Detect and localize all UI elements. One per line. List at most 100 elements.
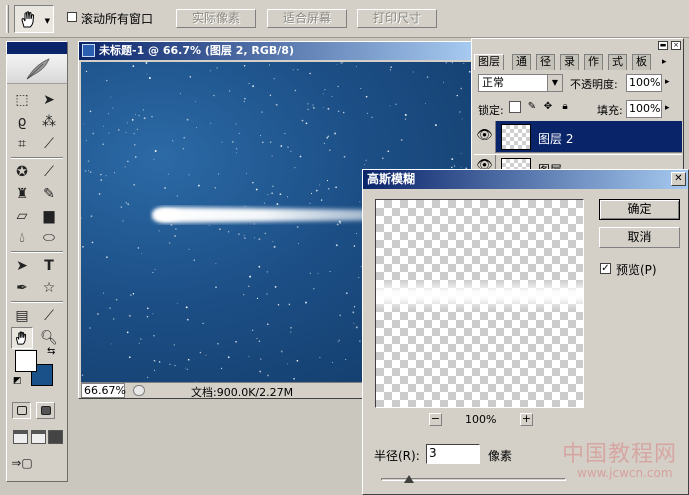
lock-transparency-icon[interactable] xyxy=(509,101,521,113)
document-size: 文档:900.0K/2.27M xyxy=(191,386,294,399)
move-icon[interactable]: ➤ xyxy=(38,89,60,111)
toolbox-titlebar[interactable] xyxy=(7,42,67,54)
preview-pane[interactable] xyxy=(375,199,584,408)
toolbox-divider xyxy=(11,301,63,303)
status-menu-icon[interactable] xyxy=(133,385,145,396)
history-brush-icon[interactable]: ✎ xyxy=(38,183,60,205)
opacity-field[interactable]: 100% xyxy=(626,74,662,92)
ok-button[interactable]: 确定 xyxy=(599,199,680,220)
tab-layers[interactable]: 图层 xyxy=(474,54,504,70)
layer-thumbnail xyxy=(501,124,531,150)
marquee-icon[interactable]: ⬚ xyxy=(11,89,33,111)
zoom-level-field[interactable]: 66.67% xyxy=(81,383,126,398)
notes-icon[interactable]: ▤ xyxy=(11,305,33,327)
swap-colors-icon[interactable]: ⇆ xyxy=(47,346,55,357)
feather-logo[interactable] xyxy=(7,54,67,84)
fill-label: 填充: xyxy=(597,104,623,117)
actual-pixels-button[interactable]: 实际像素 xyxy=(176,9,256,28)
fill-field[interactable]: 100% xyxy=(626,100,662,118)
panel-menu-icon[interactable]: ▸ xyxy=(662,57,667,67)
document-titlebar[interactable]: 未标题-1 @ 66.7% (图层 2, RGB/8) xyxy=(79,42,472,60)
close-icon[interactable]: × xyxy=(671,41,681,50)
scroll-all-windows-label: 滚动所有窗口 xyxy=(81,12,154,26)
magic-wand-icon[interactable]: ⁂ xyxy=(38,111,60,133)
crop-icon[interactable]: ⌗ xyxy=(11,133,33,155)
foreground-color-swatch[interactable] xyxy=(15,350,37,372)
preview-checkbox[interactable]: ✓ xyxy=(600,263,611,274)
close-button[interactable]: ✕ xyxy=(671,172,686,186)
opacity-slider-arrow-icon[interactable]: ▸ xyxy=(665,77,670,87)
print-size-button[interactable]: 打印尺寸 xyxy=(357,9,437,28)
clone-stamp-icon[interactable]: ♜ xyxy=(11,183,33,205)
healing-brush-icon[interactable]: ✪ xyxy=(11,161,33,183)
blend-mode-value: 正常 xyxy=(482,76,504,89)
watermark-url: www.jcwcn.com xyxy=(577,466,673,480)
slice-icon[interactable]: ⟋ xyxy=(38,133,60,155)
cancel-button[interactable]: 取消 xyxy=(599,227,680,248)
options-bar-grip[interactable] xyxy=(6,5,9,33)
radius-slider-thumb[interactable] xyxy=(403,475,414,483)
fit-screen-button[interactable]: 适合屏幕 xyxy=(267,9,347,28)
dialog-title: 高斯模糊 xyxy=(367,172,416,186)
toolbox: ⬚ ➤ ϱ ⁂ ⌗ ⟋ ✪ ⟋ ♜ ✎ ▱ ▆ 💧︎ ⬭ ➤ T ✒ ☆ ▤ ⟋… xyxy=(6,41,68,482)
preview-label: 预览(P) xyxy=(616,263,657,277)
blur-icon[interactable]: 💧︎ xyxy=(11,227,33,249)
lock-label: 锁定: xyxy=(478,104,504,117)
radius-unit-label: 像素 xyxy=(488,449,513,463)
close-icon: ✕ xyxy=(674,173,683,184)
path-select-icon[interactable]: ➤ xyxy=(11,255,33,277)
fill-slider-arrow-icon[interactable]: ▸ xyxy=(665,103,670,113)
full-screen-button[interactable] xyxy=(48,430,63,444)
standard-mode-button[interactable] xyxy=(12,402,31,419)
panel-topbar[interactable]: ▬ × xyxy=(472,39,683,53)
hand-icon xyxy=(15,331,27,345)
eraser-icon[interactable]: ▱ xyxy=(11,205,33,227)
chevron-down-icon: ▼ xyxy=(547,75,562,91)
tab-actions[interactable]: 作 xyxy=(584,54,603,70)
layer-row[interactable]: 👁︎ 图层 2 xyxy=(474,121,682,153)
standard-screen-button[interactable] xyxy=(13,430,28,444)
quick-mask-button[interactable] xyxy=(36,402,55,419)
lock-all-icon[interactable]: 🔒︎ xyxy=(559,101,571,113)
eyedropper-icon[interactable]: ⟋ xyxy=(38,305,60,327)
full-screen-menu-button[interactable] xyxy=(31,430,46,444)
hand-tool-icon[interactable] xyxy=(11,327,33,349)
blend-mode-select[interactable]: 正常 ▼ xyxy=(478,74,563,92)
lock-position-icon[interactable]: ✥ xyxy=(542,101,554,113)
dodge-icon[interactable]: ⬭ xyxy=(38,227,60,249)
document-icon xyxy=(82,44,95,57)
preview-zoom-value: 100% xyxy=(465,413,497,426)
shape-icon[interactable]: ☆ xyxy=(38,277,60,299)
lock-image-icon[interactable]: ✎ xyxy=(526,101,538,113)
toolbox-divider xyxy=(11,157,63,159)
dialog-titlebar[interactable]: 高斯模糊 ✕ xyxy=(363,170,688,189)
tab-styles[interactable]: 式 xyxy=(608,54,627,70)
tab-history[interactable]: 录 xyxy=(560,54,579,70)
zoom-in-button[interactable]: + xyxy=(520,413,533,426)
options-bar: ▼ 滚动所有窗口 实际像素 适合屏幕 打印尺寸 xyxy=(0,0,689,38)
layer-name: 图层 2 xyxy=(538,132,574,146)
tool-preset-picker[interactable]: ▼ xyxy=(14,5,54,33)
tab-paths[interactable]: 径 xyxy=(536,54,555,70)
scroll-all-windows-checkbox[interactable] xyxy=(67,12,77,22)
pen-icon[interactable]: ✒ xyxy=(11,277,33,299)
minimize-icon[interactable]: ▬ xyxy=(658,41,668,50)
watermark-text: 中国教程网 xyxy=(562,442,678,467)
hand-icon xyxy=(21,11,35,28)
gradient-icon[interactable]: ▆ xyxy=(38,205,60,227)
radius-label: 半径(R): xyxy=(374,449,420,463)
zoom-out-button[interactable]: − xyxy=(429,413,442,426)
brush-icon[interactable]: ⟋ xyxy=(38,161,60,183)
panel-tabs: 图层 通 径 录 作 式 板 ▸ xyxy=(474,54,682,70)
lasso-icon[interactable]: ϱ xyxy=(11,111,33,133)
tab-channels[interactable]: 通 xyxy=(512,54,531,70)
chevron-down-icon: ▼ xyxy=(44,17,50,25)
radius-input[interactable]: 3 xyxy=(426,444,480,464)
document-title: 未标题-1 @ 66.7% (图层 2, RGB/8) xyxy=(99,44,294,57)
default-colors-icon[interactable]: ◩ xyxy=(13,376,22,386)
jump-to-imageready-icon[interactable]: ⇒▢ xyxy=(11,452,33,474)
watermark: 中国教程网 www.jcwcn.com xyxy=(562,436,687,494)
tab-swatches[interactable]: 板 xyxy=(632,54,651,70)
eye-icon[interactable]: 👁︎ xyxy=(474,121,496,153)
type-icon[interactable]: T xyxy=(38,255,60,277)
